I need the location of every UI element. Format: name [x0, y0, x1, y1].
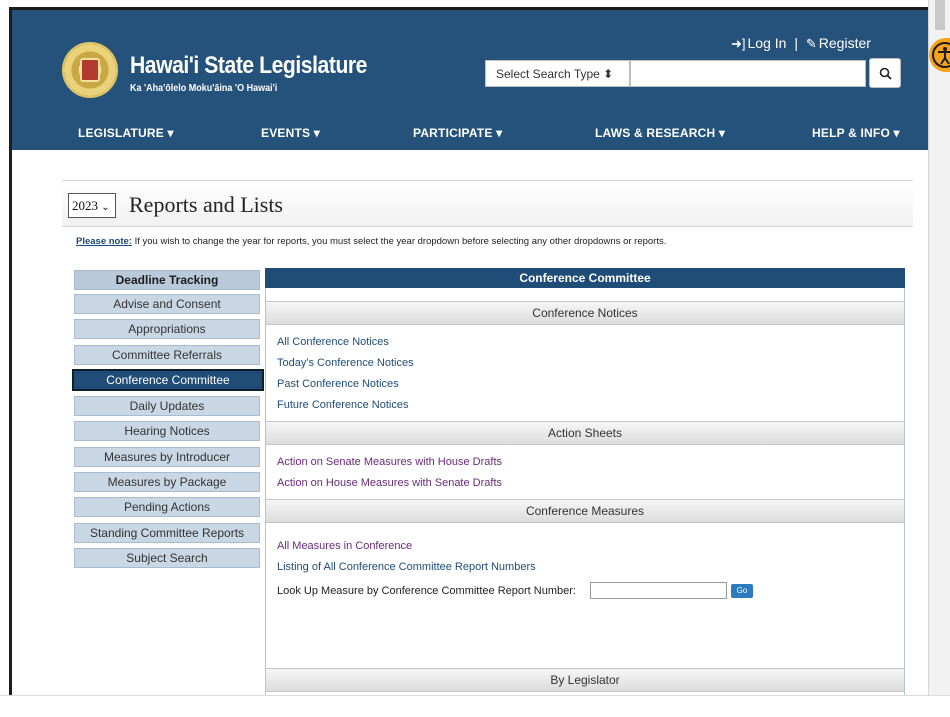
sidebar-item-hearing-notices[interactable]: Hearing Notices: [74, 421, 260, 441]
link-senate-measures-house-drafts[interactable]: Action on Senate Measures with House Dra…: [277, 456, 502, 468]
section-conference-notices: Conference Notices: [266, 301, 904, 325]
register-link[interactable]: ✎ Register: [806, 35, 871, 51]
search-input[interactable]: [630, 60, 866, 87]
sidebar-item-subject-search[interactable]: Subject Search: [74, 548, 260, 568]
link-house-measures-senate-drafts[interactable]: Action on House Measures with Senate Dra…: [277, 477, 502, 489]
auth-separator: |: [794, 35, 798, 51]
site-subtitle: Ka 'Aha'ōlelo Moku'āina 'O Hawai'i: [130, 83, 278, 94]
chevron-down-icon: ⌄: [101, 202, 110, 213]
year-note: Please note: If you wish to change the y…: [76, 236, 666, 247]
site-title[interactable]: Hawai'i State Legislature: [130, 52, 367, 80]
lookup-label: Look Up Measure by Conference Committee …: [277, 585, 576, 597]
link-all-conference-notices[interactable]: All Conference Notices: [277, 336, 389, 348]
panel-title: Conference Committee: [265, 268, 905, 288]
sidebar-item-measures-by-package[interactable]: Measures by Package: [74, 472, 260, 492]
go-button[interactable]: Go: [731, 584, 753, 598]
year-value: 2023: [72, 198, 98, 213]
nav-laws-research[interactable]: LAWS & RESEARCH ▾: [595, 126, 725, 140]
report-number-input[interactable]: [590, 582, 727, 599]
link-all-measures-in-conference[interactable]: All Measures in Conference: [277, 540, 412, 552]
state-seal-logo[interactable]: [62, 42, 118, 98]
section-conference-measures: Conference Measures: [266, 499, 904, 523]
search-icon: [879, 67, 892, 80]
login-icon: ➜]: [731, 36, 746, 51]
sidebar-item-daily-updates[interactable]: Daily Updates: [74, 396, 260, 416]
bottom-area: [0, 695, 950, 717]
nav-help-info[interactable]: HELP & INFO ▾: [812, 126, 900, 140]
link-todays-conference-notices[interactable]: Today's Conference Notices: [277, 357, 414, 369]
main-nav: LEGISLATURE ▾ EVENTS ▾ PARTICIPATE ▾ LAW…: [12, 118, 928, 150]
login-label: Log In: [747, 35, 787, 51]
page-title: Reports and Lists: [129, 192, 283, 217]
sidebar-item-pending-actions[interactable]: Pending Actions: [74, 497, 260, 517]
search-button[interactable]: [869, 58, 901, 88]
search-type-select[interactable]: Select Search Type ⬍: [485, 60, 630, 87]
section-action-sheets: Action Sheets: [266, 421, 904, 445]
note-label: Please note:: [76, 236, 132, 247]
sidebar-item-deadline-tracking[interactable]: Deadline Tracking: [74, 270, 260, 290]
login-link[interactable]: ➜] Log In: [731, 35, 786, 51]
sidebar-item-appropriations[interactable]: Appropriations: [74, 319, 260, 339]
section-by-legislator: By Legislator: [266, 668, 904, 692]
year-select[interactable]: 2023 ⌄: [68, 193, 116, 218]
link-past-conference-notices[interactable]: Past Conference Notices: [277, 378, 399, 390]
sidebar-item-standing-committee-reports[interactable]: Standing Committee Reports: [74, 523, 260, 543]
note-text: If you wish to change the year for repor…: [131, 236, 667, 247]
link-report-numbers-listing[interactable]: Listing of All Conference Committee Repo…: [277, 561, 536, 573]
scrollbar[interactable]: [928, 0, 950, 717]
nav-legislature[interactable]: LEGISLATURE ▾: [78, 126, 174, 140]
scrollbar-thumb[interactable]: [935, 0, 945, 30]
sidebar-item-advise-consent[interactable]: Advise and Consent: [74, 294, 260, 314]
link-future-conference-notices[interactable]: Future Conference Notices: [277, 399, 408, 411]
sidebar-item-conference-committee[interactable]: Conference Committee: [72, 369, 264, 391]
nav-events[interactable]: EVENTS ▾: [261, 126, 320, 140]
auth-links: ➜] Log In | ✎ Register: [731, 35, 871, 52]
sidebar-item-measures-by-introducer[interactable]: Measures by Introducer: [74, 447, 260, 467]
sidebar-item-committee-referrals[interactable]: Committee Referrals: [74, 345, 260, 365]
nav-participate[interactable]: PARTICIPATE ▾: [413, 126, 502, 140]
edit-icon: ✎: [805, 36, 817, 51]
register-label: Register: [818, 35, 871, 51]
